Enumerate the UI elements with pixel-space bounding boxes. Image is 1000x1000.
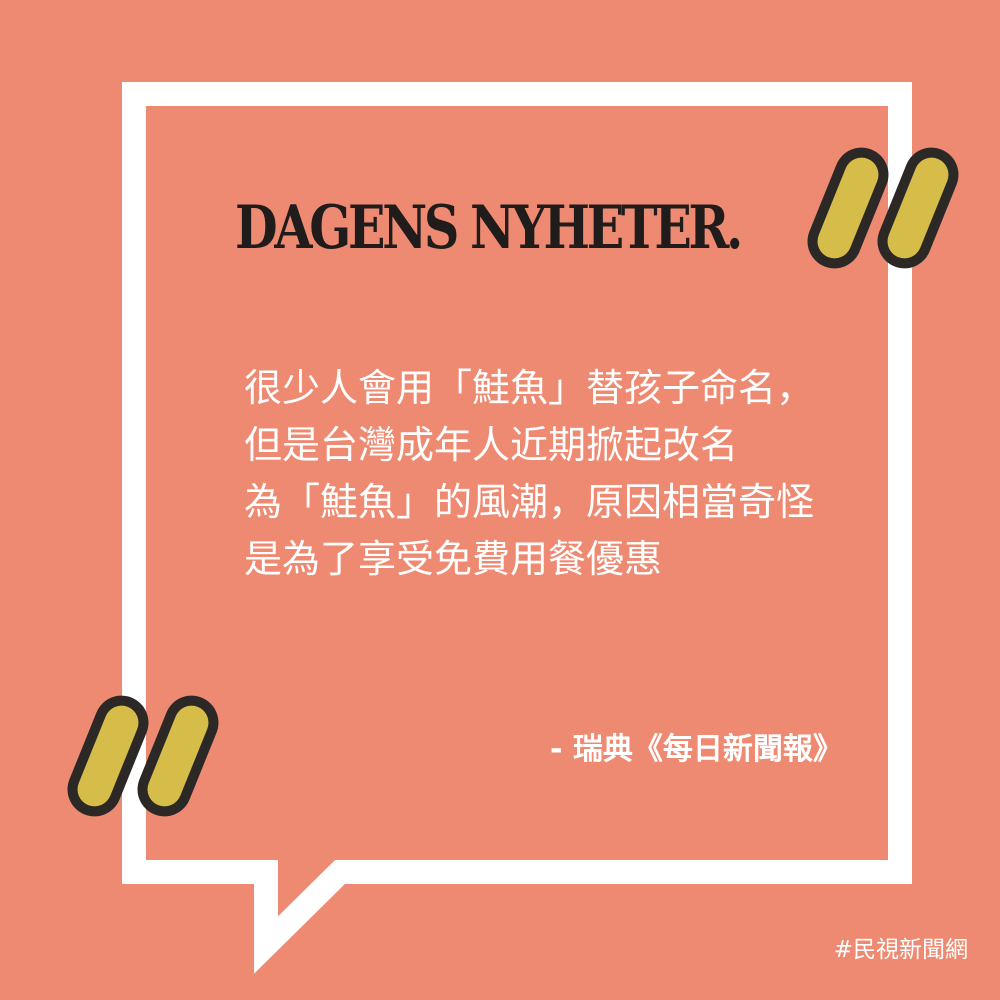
quote-line: 為「鮭魚」的風潮，原因相當奇怪: [244, 480, 815, 524]
close-quote-mark-icon: [807, 147, 959, 269]
quote-text: 很少人會用「鮭魚」替孩子命名， 但是台灣成年人近期掀起改名 為「鮭魚」的風潮，原…: [244, 360, 814, 588]
quote-line: 很少人會用「鮭魚」替孩子命名，: [244, 366, 815, 410]
open-quote-mark-icon: [67, 695, 219, 817]
newspaper-masthead-logo: DAGENS NYHETER.: [235, 193, 743, 263]
hashtag-label: #民視新聞網: [833, 937, 968, 963]
quote-line: 但是台灣成年人近期掀起改名: [244, 423, 739, 467]
quote-line: 是為了享受免費用餐優惠: [244, 537, 663, 581]
quote-attribution: - 瑞典《每日新聞報》: [550, 732, 843, 767]
